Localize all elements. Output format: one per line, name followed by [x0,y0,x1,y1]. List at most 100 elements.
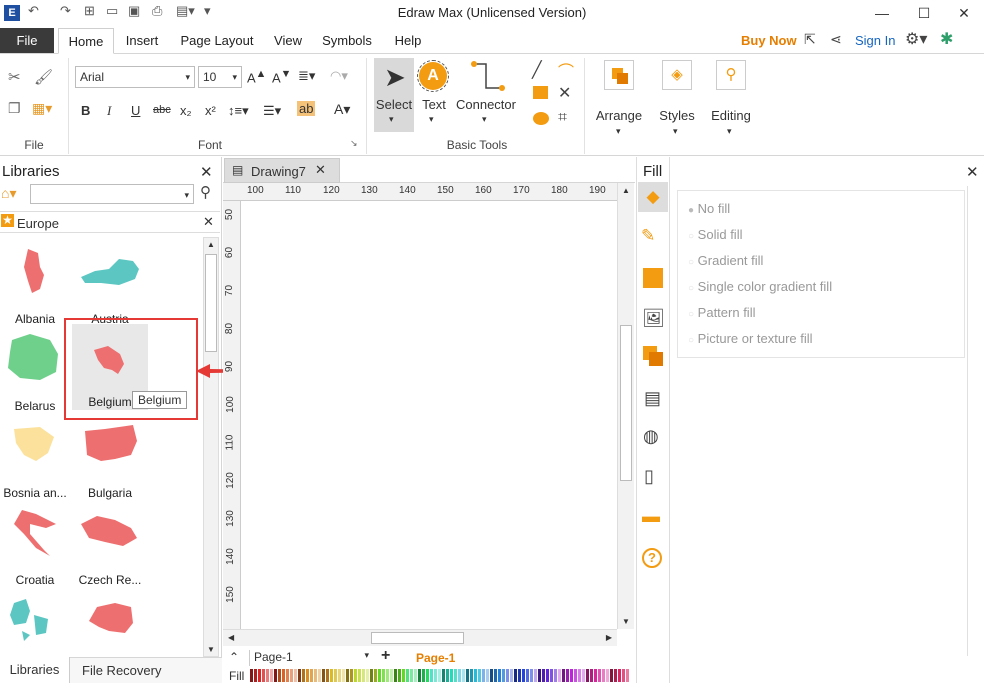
line-icon[interactable]: ╱ [532,60,542,80]
arc-icon[interactable]: ⌒ [558,58,574,82]
fill-option-no-fill[interactable]: ● No fill [688,201,730,216]
drawing-canvas[interactable] [241,201,617,629]
library-item-belarus[interactable]: Belarus [0,332,70,413]
globe-tool-icon[interactable]: ◍ [643,426,659,447]
color-swatch[interactable] [490,669,493,682]
color-swatch[interactable] [622,669,625,682]
color-palette[interactable] [250,669,635,682]
color-swatch[interactable] [538,669,541,682]
tab-insert[interactable]: Insert [118,28,166,54]
fill-tool-icon[interactable]: ◆ [638,182,668,212]
color-swatch[interactable] [578,669,581,682]
color-swatch[interactable] [594,669,597,682]
layer-tool-icon[interactable] [643,346,663,366]
library-item-bosnia[interactable]: Bosnia an... [0,419,70,500]
library-item-austria[interactable]: Austria [75,245,145,326]
color-swatch[interactable] [354,669,357,682]
color-swatch[interactable] [626,669,629,682]
strikethrough-button[interactable]: abc [153,104,171,116]
document-tab[interactable]: ▤ Drawing7 ✕ [224,158,340,183]
color-swatch[interactable] [310,669,313,682]
attachment-tool-icon[interactable]: ▯ [644,466,654,487]
color-swatch[interactable] [322,669,325,682]
color-swatch[interactable] [382,669,385,682]
text-tool[interactable]: A Text ▾ [416,58,452,132]
color-swatch[interactable] [418,669,421,682]
color-swatch[interactable] [306,669,309,682]
color-swatch[interactable] [334,669,337,682]
color-swatch[interactable] [574,669,577,682]
canvas-horizontal-scrollbar[interactable]: ◀ ▶ [223,629,617,646]
color-swatch[interactable] [294,669,297,682]
color-swatch[interactable] [510,669,513,682]
close-libraries-icon[interactable]: ✕ [200,163,213,181]
color-swatch[interactable] [470,669,473,682]
color-swatch[interactable] [314,669,317,682]
superscript-button[interactable]: x² [205,103,216,118]
rectangle-icon[interactable] [533,86,548,99]
color-swatch[interactable] [370,669,373,682]
color-swatch[interactable] [350,669,353,682]
fill-option-pattern[interactable]: ○ Pattern fill [688,305,755,320]
tab-home[interactable]: Home [58,28,114,54]
fill-option-picture[interactable]: ○ Picture or texture fill [688,331,813,346]
bullets-icon[interactable]: ☰▾ [263,103,281,119]
library-item-czech[interactable]: Czech Re... [75,506,145,587]
color-swatch[interactable] [610,669,613,682]
line-tool-icon[interactable]: ✎ [641,226,655,246]
color-swatch[interactable] [458,669,461,682]
fill-option-solid[interactable]: ○ Solid fill [688,227,742,242]
color-swatch[interactable] [298,669,301,682]
color-swatch[interactable] [402,669,405,682]
color-swatch[interactable] [474,669,477,682]
minimize-ribbon-icon[interactable]: ⇱ [804,31,816,48]
library-item-estonia[interactable] [75,593,145,648]
color-swatch[interactable] [254,669,257,682]
color-swatch[interactable] [394,669,397,682]
color-swatch[interactable] [454,669,457,682]
color-swatch[interactable] [342,669,345,682]
color-swatch[interactable] [530,669,533,682]
color-swatch[interactable] [518,669,521,682]
shrink-font-icon[interactable]: A▼ [272,68,291,85]
page-up-icon[interactable]: ⌃ [229,650,239,664]
comment-tool-icon[interactable]: ▬ [642,506,660,527]
sign-in-link[interactable]: Sign In [855,33,895,48]
color-swatch[interactable] [426,669,429,682]
color-swatch[interactable] [282,669,285,682]
canvas-vertical-scrollbar[interactable]: ▲ ▼ [617,183,634,629]
tab-symbols[interactable]: Symbols [316,28,378,54]
color-swatch[interactable] [438,669,441,682]
color-swatch[interactable] [494,669,497,682]
underline-button[interactable]: U [131,103,140,118]
fill-option-single-color-gradient[interactable]: ○ Single color gradient fill [688,279,832,294]
share-icon[interactable]: ⋖ [830,31,842,48]
color-swatch[interactable] [330,669,333,682]
color-swatch[interactable] [582,669,585,682]
subscript-button[interactable]: x₂ [180,103,192,118]
color-swatch[interactable] [526,669,529,682]
color-swatch[interactable] [590,669,593,682]
color-swatch[interactable] [478,669,481,682]
color-swatch[interactable] [358,669,361,682]
color-swatch[interactable] [410,669,413,682]
bold-button[interactable]: B [81,103,90,118]
font-color-icon[interactable]: A▾ [334,101,350,118]
grow-font-icon[interactable]: A▲ [247,68,266,85]
shadow-tool-icon[interactable] [643,268,663,288]
library-item-bulgaria[interactable]: Bulgaria [75,419,145,500]
line-spacing-icon[interactable]: ↕≡▾ [228,103,249,119]
close-document-icon[interactable]: ✕ [315,162,326,178]
tab-libraries[interactable]: Libraries [0,657,70,683]
color-swatch[interactable] [434,669,437,682]
color-swatch[interactable] [414,669,417,682]
font-name-select[interactable]: Arial ▾ [75,66,195,88]
color-swatch[interactable] [566,669,569,682]
help-tool-icon[interactable]: ? [642,548,662,568]
color-swatch[interactable] [326,669,329,682]
color-swatch[interactable] [338,669,341,682]
color-swatch[interactable] [450,669,453,682]
color-swatch[interactable] [606,669,609,682]
highlight-icon[interactable]: ab [297,101,316,116]
color-swatch[interactable] [346,669,349,682]
